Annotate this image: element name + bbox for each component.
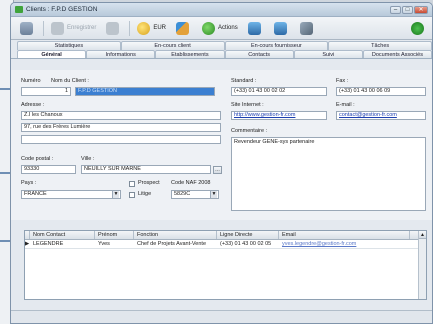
fax-label: Fax : (336, 78, 349, 84)
actions-icon (202, 21, 216, 35)
save-button[interactable]: Enregistrer (48, 20, 99, 37)
column-header-ligne[interactable]: Ligne Directe (217, 231, 279, 239)
column-header-fonction[interactable]: Fonction (134, 231, 217, 239)
column-header-prenom[interactable]: Prénom (95, 231, 134, 239)
toolbar: Enregistrer EUR Actions (11, 17, 432, 40)
site-label: Site Internet : (231, 102, 264, 108)
standard-label: Standard : (231, 78, 257, 84)
tab-documents[interactable]: Documents Associés (362, 50, 432, 58)
save-icon (51, 21, 64, 35)
tab-taches[interactable]: Tâches (328, 41, 432, 50)
gift-button[interactable] (245, 20, 267, 37)
adresse-line1-field[interactable]: Z.I les Chanoux (21, 111, 221, 120)
scroll-up-icon[interactable]: ▲ (419, 231, 426, 239)
ville-field[interactable]: NEUILLY SUR MARNE (81, 165, 211, 174)
ville-lookup-button[interactable]: … (213, 166, 222, 174)
toolbar-separator (43, 20, 44, 36)
tab-statistiques[interactable]: Statistiques (17, 41, 121, 50)
contacts-grid: Nom Contact Prénom Fonction Ligne Direct… (24, 230, 427, 300)
adresse-label: Adresse : (21, 102, 45, 108)
standard-field[interactable]: (+33) 01 43 00 02 02 (231, 87, 327, 96)
delete-button[interactable] (103, 20, 125, 37)
column-header-nom[interactable]: Nom Contact (30, 231, 95, 239)
nom-label: Nom du Client : (51, 78, 89, 84)
close-button[interactable]: ✕ (414, 5, 428, 14)
prospect-label: Prospect (138, 180, 160, 186)
tabs-row-1: Statistiques En-cours client En-cours fo… (11, 41, 432, 50)
pays-select[interactable]: FRANCE ▼ (21, 190, 121, 199)
prospect-checkbox[interactable] (129, 181, 135, 187)
actions-button[interactable]: Actions (199, 20, 241, 37)
column-header-email[interactable]: Email (279, 231, 410, 239)
print-button[interactable] (17, 20, 39, 37)
numero-label: Numéro (21, 78, 41, 84)
cell-ligne[interactable]: (+33) 01 43 00 02 05 (217, 240, 279, 248)
litige-checkbox[interactable] (129, 192, 135, 198)
ville-label: Ville : (81, 156, 95, 162)
site-field[interactable]: http://www.gestion-fr.com (231, 111, 327, 120)
naf-value: 5829C (174, 191, 191, 197)
cell-prenom[interactable]: Yves (95, 240, 134, 248)
pays-value: FRANCE (24, 191, 47, 197)
currency-label: EUR (153, 25, 167, 31)
table-row[interactable]: ▶ LEGENDRE Yves Chef de Projets Avant-Ve… (25, 240, 426, 249)
email-label: E-mail : (336, 102, 355, 108)
gift-icon (247, 21, 261, 35)
email-field[interactable]: contact@gestion-fr.com (336, 111, 426, 120)
toolbar-separator (129, 20, 131, 36)
fax-field[interactable]: (+33) 01 43 00 06 09 (336, 87, 426, 96)
printer-icon (20, 21, 33, 35)
tab-contacts[interactable]: Contacts (224, 50, 294, 58)
cell-nom[interactable]: LEGENDRE (30, 240, 95, 248)
help-button[interactable] (271, 20, 293, 37)
general-form: Numéro Nom du Client : 1 F.P.D GESTION S… (11, 70, 432, 220)
cp-field[interactable]: 93330 (21, 165, 76, 174)
status-bar (11, 310, 432, 323)
commentaire-field[interactable]: Revendeur GENE-sys partenaire (231, 137, 426, 211)
litige-label: Litige (138, 191, 152, 197)
naf-select[interactable]: 5829C ▼ (171, 190, 219, 199)
save-label: Enregistrer (67, 25, 97, 31)
adresse-line2-field[interactable]: 97, rue des Frères Lumière (21, 123, 221, 132)
maximize-button[interactable]: □ (402, 5, 413, 14)
naf-label: Code NAF 2008 (171, 180, 211, 186)
currency-button[interactable]: EUR (134, 20, 169, 37)
tab-encours-fournisseur[interactable]: En-cours fournisseur (224, 41, 329, 50)
tools-button[interactable] (297, 20, 319, 37)
cp-label: Code postal : (21, 156, 54, 162)
commentaire-label: Commentaire : (231, 128, 268, 134)
brush-icon (176, 21, 190, 35)
client-window: Clients : F.P.D GESTION – □ ✕ Enregistre… (10, 2, 433, 324)
tab-suivi[interactable]: Suivi (293, 50, 363, 58)
nom-field[interactable]: F.P.D GESTION (75, 87, 215, 96)
cell-fonction[interactable]: Chef de Projets Avant-Vente (134, 240, 217, 248)
actions-label: Actions (218, 25, 238, 31)
app-icon (15, 6, 23, 13)
adresse-line3-field[interactable] (21, 135, 221, 144)
window-controls: – □ ✕ (390, 5, 428, 14)
chevron-down-icon: ▼ (112, 191, 119, 198)
minimize-button[interactable]: – (390, 5, 401, 14)
tabs-row-2: Général Informations Etablissements Cont… (11, 50, 432, 59)
window-title: Clients : F.P.D GESTION (26, 6, 98, 13)
tab-general[interactable]: Général (17, 50, 87, 58)
tools-icon (299, 21, 313, 35)
numero-field[interactable]: 1 (21, 87, 71, 96)
grid-scrollbar[interactable]: ▲ (418, 231, 426, 299)
tab-informations[interactable]: Informations (86, 50, 156, 58)
status-icon (411, 21, 424, 35)
title-bar[interactable]: Clients : F.P.D GESTION – □ ✕ (11, 3, 432, 17)
grid-header: Nom Contact Prénom Fonction Ligne Direct… (25, 231, 426, 240)
tab-etablissements[interactable]: Etablissements (155, 50, 225, 58)
pays-label: Pays : (21, 180, 37, 186)
chevron-down-icon: ▼ (210, 191, 217, 198)
delete-icon (106, 21, 120, 35)
help-icon (273, 21, 287, 35)
tab-encours-client[interactable]: En-cours client (120, 41, 225, 50)
status-button[interactable] (408, 20, 430, 37)
cell-email[interactable]: yves.legendre@gestion-fr.com (279, 240, 410, 248)
coin-icon (137, 21, 151, 35)
brush-button[interactable] (173, 20, 195, 37)
